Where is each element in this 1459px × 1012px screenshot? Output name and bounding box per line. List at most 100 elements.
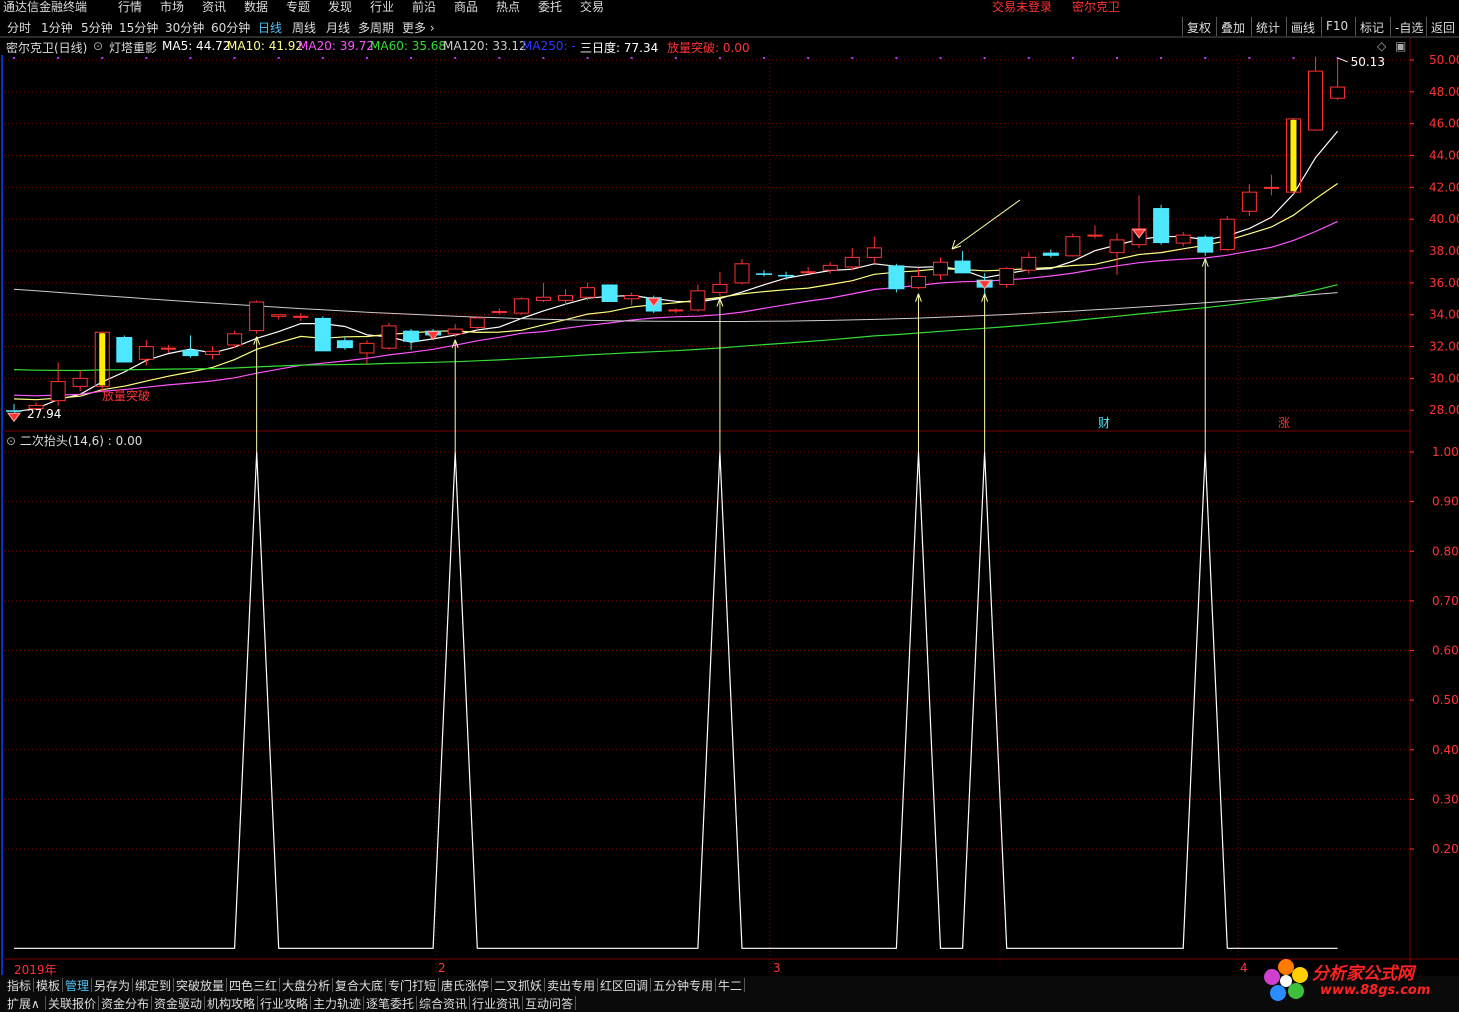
indicator-tab-7[interactable]: 大盘分析 — [282, 977, 330, 994]
top-dot-mark — [939, 57, 942, 59]
tab-separator — [416, 996, 417, 1010]
indicator-tab-2[interactable]: 管理 — [65, 977, 89, 994]
indicator-tab-9[interactable]: 专门打短 — [388, 977, 436, 994]
main-y-tick-label: 32.00 — [1429, 340, 1459, 354]
candle — [293, 313, 309, 322]
indicator-tab-8[interactable]: 复合大底 — [335, 977, 383, 994]
indicator-tab-10[interactable]: 唐氏涨停 — [441, 977, 489, 994]
candle-body-up — [205, 350, 221, 356]
indicator-tab-14[interactable]: 五分钟专用 — [653, 977, 713, 994]
candle-body-up — [50, 381, 66, 402]
info-tab-9[interactable]: 行业资讯 — [472, 995, 520, 1012]
candle — [205, 346, 221, 360]
tab-separator — [385, 978, 386, 992]
main-y-tick-label: 28.00 — [1429, 403, 1459, 417]
cai-marker-label: 财 — [1098, 416, 1110, 430]
tab-separator — [33, 978, 34, 992]
candle — [800, 266, 816, 274]
main-y-tick-label: 50.00 — [1429, 53, 1459, 67]
tab-separator — [332, 978, 333, 992]
tab-separator — [204, 996, 205, 1010]
candle-body-up — [822, 264, 838, 271]
tab-separator — [98, 996, 99, 1010]
indicator-tab-11[interactable]: 二叉抓妖 — [494, 977, 542, 994]
candle-body-up — [1241, 191, 1257, 212]
candle — [1175, 231, 1191, 247]
tab-separator — [173, 978, 174, 992]
indicator-tab-15[interactable]: 牛二 — [718, 977, 742, 994]
info-tab-0[interactable]: 扩展∧ — [7, 995, 40, 1012]
top-dot-mark — [851, 57, 854, 59]
zhang-marker-label: 涨 — [1278, 415, 1290, 430]
indicator-tab-6[interactable]: 四色三红 — [229, 977, 277, 994]
candle — [624, 292, 640, 306]
top-dot-mark — [807, 57, 810, 59]
top-dot-mark — [57, 57, 60, 59]
candle-body-up — [734, 263, 750, 284]
candle-body-up — [1175, 234, 1191, 244]
indicator-tab-3[interactable]: 另存为 — [94, 977, 130, 994]
candle-body-down — [888, 265, 905, 290]
tab-separator — [91, 978, 92, 992]
indicator-tab-5[interactable]: 突破放量 — [176, 977, 224, 994]
candle-body-down — [116, 337, 133, 363]
info-tab-6[interactable]: 主力轨迹 — [313, 995, 361, 1012]
candle — [1021, 252, 1037, 274]
candle-body-up — [624, 295, 640, 300]
sub-y-tick-label: 0.80 — [1432, 544, 1459, 558]
sub-y-tick-label: 0.90 — [1432, 495, 1459, 509]
candle — [271, 314, 287, 320]
ma5-line — [13, 130, 1339, 413]
top-dot-mark — [1292, 57, 1295, 59]
info-tab-5[interactable]: 行业攻略 — [260, 995, 308, 1012]
tab-separator — [310, 996, 311, 1010]
candle-body-up — [513, 298, 529, 314]
candle-body-down — [314, 317, 331, 352]
signal-candle-core — [1290, 119, 1297, 192]
info-tab-4[interactable]: 机构攻略 — [207, 995, 255, 1012]
candle-body-down — [1197, 236, 1214, 253]
chart-canvas[interactable]: 50.00 48.00 46.00 44.00 42.00 40.00 38.00 36.00… — [0, 0, 1459, 1010]
top-dot-mark — [13, 57, 15, 59]
indicator-tab-1[interactable]: 模板 — [36, 977, 60, 994]
candle — [138, 340, 154, 366]
candle-body-up — [1219, 218, 1235, 250]
info-tab-3[interactable]: 资金驱动 — [154, 995, 202, 1012]
low-price-label: 27.94 — [27, 407, 61, 421]
indicator-tab-0[interactable]: 指标 — [7, 977, 31, 994]
info-tab-2[interactable]: 资金分布 — [101, 995, 149, 1012]
candle-body-up — [359, 342, 375, 354]
candle-body-down — [1153, 208, 1170, 244]
sub-indicator-label[interactable]: 二次抬头(14,6) : 0.00 — [20, 434, 142, 448]
candle — [1308, 56, 1324, 131]
top-dot-mark — [542, 57, 545, 59]
indicator-tab-4[interactable]: 绑定到 — [135, 977, 171, 994]
top-dot-mark — [1071, 57, 1074, 59]
indicator-tab-13[interactable]: 红区回调 — [600, 977, 648, 994]
info-tab-10[interactable]: 互动问答 — [525, 995, 573, 1012]
sub-y-tick-label: 0.50 — [1432, 693, 1459, 707]
indicator-tab-12[interactable]: 卖出专用 — [547, 977, 595, 994]
candle-body-up — [668, 309, 684, 312]
candle-body-up — [227, 333, 243, 346]
tab-separator — [522, 996, 523, 1010]
time-axis-month-3: 3 — [773, 961, 781, 975]
top-dot-mark — [277, 57, 280, 59]
info-tab-1[interactable]: 关联报价 — [48, 995, 96, 1012]
sub-y-tick-label: 0.40 — [1432, 743, 1459, 757]
top-dot-mark — [1116, 57, 1118, 59]
diamond-marker-icon — [7, 412, 21, 423]
top-dot-mark — [498, 57, 501, 59]
info-tab-8[interactable]: 综合资讯 — [419, 995, 467, 1012]
candle-body-up — [933, 261, 949, 276]
top-dot-mark — [145, 57, 148, 59]
candle-body-up — [999, 268, 1015, 285]
candle — [314, 316, 331, 352]
candle-body-up — [72, 377, 88, 387]
candle — [954, 251, 971, 274]
top-dot-mark — [630, 57, 633, 59]
sub-settings-circle-icon[interactable]: ⊙ — [6, 434, 16, 448]
info-tab-7[interactable]: 逐笔委托 — [366, 995, 414, 1012]
candle — [1241, 184, 1257, 217]
candle — [94, 331, 110, 392]
